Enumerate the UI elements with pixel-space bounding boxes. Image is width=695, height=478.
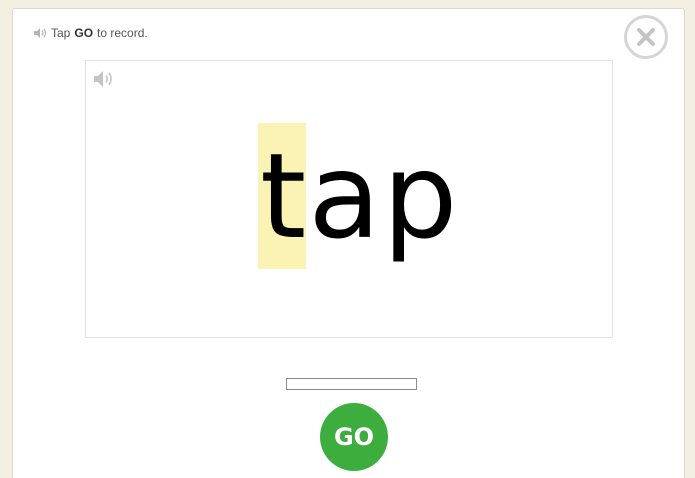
word-letter-p[interactable]: p [381,137,458,255]
record-progress-bar [286,378,417,390]
instruction-keyword: GO [74,26,94,40]
instruction-suffix: to record. [97,26,148,40]
speaker-icon[interactable] [92,69,116,89]
close-icon [637,28,655,46]
activity-panel: Tap GO to record. t a p GO [12,8,685,478]
word-letter-a[interactable]: a [306,137,380,255]
close-button[interactable] [624,15,668,59]
word-card: t a p [85,60,613,338]
speaker-icon[interactable] [33,27,47,39]
go-button[interactable]: GO [320,403,388,471]
word-display: t a p [258,121,458,271]
instruction-bar: Tap GO to record. [33,26,148,40]
instruction-prefix: Tap [51,26,71,40]
word-letter-t[interactable]: t [258,123,306,269]
